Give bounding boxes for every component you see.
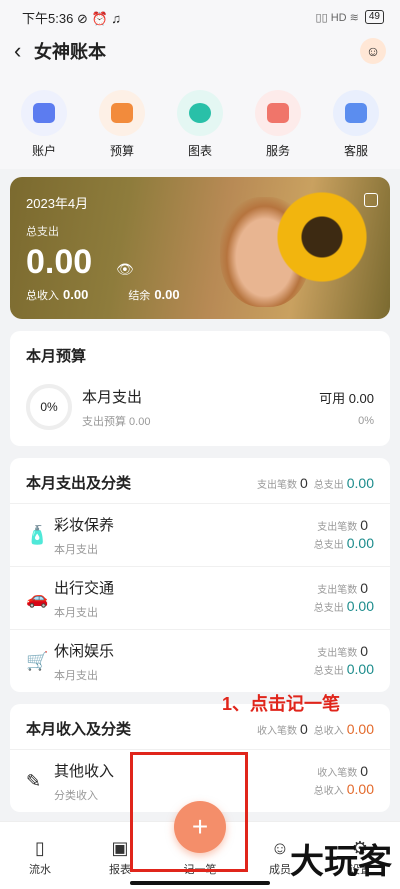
home-indicator [130, 881, 270, 885]
count-label: 支出笔数 [317, 648, 358, 659]
budget-card[interactable]: 本月预算 0% 本月支出 支出预算 0.00 可用 0.00 0% [10, 331, 390, 446]
cosmetics-icon: 🧴 [26, 524, 49, 545]
quick-chart[interactable]: 图表 [170, 90, 230, 159]
category-sub: 本月支出 [54, 606, 98, 619]
cart-icon: 🛒 [26, 650, 49, 671]
annotation-text: 1、点击记一笔 [222, 694, 341, 714]
category-sub: 本月支出 [54, 543, 98, 556]
pencil-icon: ✎ [26, 770, 42, 791]
chart-icon [177, 90, 223, 136]
total-label: 总收入 [313, 725, 344, 737]
total-expense-amount: 0.00 [26, 243, 93, 281]
signal-icon: ▯▯ HD ≋ [315, 11, 359, 24]
total-label: 总支出 [313, 666, 344, 677]
page-title: 女神账本 [34, 42, 106, 62]
quick-label: 预算 [109, 144, 134, 158]
expense-card: 本月支出及分类 支出笔数 0 总支出 0.00 🧴 彩妆保养 本月支出 支出笔数 0 总支出… [10, 458, 390, 692]
tab-label: 报表 [109, 864, 131, 876]
quick-account[interactable]: 账户 [14, 90, 74, 159]
status-bar: 下午5:36 ⊘ ⏰ ♫ ▯▯ HD ≋ 49 [0, 0, 400, 34]
share-icon[interactable] [364, 193, 378, 207]
quick-support[interactable]: 客服 [326, 90, 386, 159]
count-label: 收入笔数 [256, 725, 297, 737]
balance-value: 0.00 [154, 287, 180, 302]
income-value: 0.00 [63, 287, 89, 302]
total-value: 0.00 [346, 598, 374, 614]
total-expense-label: 总支出 [26, 226, 59, 238]
tab-ledger[interactable]: ▯ 流水 [10, 838, 70, 877]
total-value: 0.00 [346, 535, 374, 551]
ledger-icon: ▯ [35, 838, 45, 858]
tab-label: 流水 [29, 864, 51, 876]
category-name: 休闲娱乐 [54, 642, 115, 660]
expense-title: 本月支出及分类 [26, 475, 132, 492]
count-value: 0 [360, 580, 368, 596]
budget-title: 本月预算 [26, 348, 87, 365]
total-label: 总支出 [313, 603, 344, 614]
category-name: 出行交通 [54, 579, 115, 597]
budget-percent: 0% [358, 414, 374, 427]
status-icons: ⊘ ⏰ ♫ [76, 10, 121, 26]
category-row[interactable]: 🚗 出行交通本月支出 支出笔数 0 总支出 0.00 [10, 566, 390, 629]
summary-banner[interactable]: 2023年4月 总支出 0.00 👁 总收入 0.00 结余 0.00 [10, 177, 390, 319]
quick-budget[interactable]: 预算 [92, 90, 152, 159]
month-label[interactable]: 2023年4月 [26, 193, 88, 212]
income-title: 本月收入及分类 [26, 721, 132, 738]
count-label: 支出笔数 [317, 522, 358, 533]
income-label: 总收入 [26, 290, 59, 302]
count-value: 0 [360, 643, 368, 659]
category-sub: 本月支出 [54, 669, 98, 682]
category-row[interactable]: 🧴 彩妆保养本月支出 支出笔数 0 总支出 0.00 [10, 503, 390, 566]
category-name: 彩妆保养 [54, 516, 115, 534]
tab-label: 成员 [269, 864, 291, 876]
quick-actions: 账户 预算 图表 服务 客服 [0, 68, 400, 169]
count-label: 支出笔数 [317, 585, 358, 596]
count-value: 0 [299, 474, 308, 491]
count-label: 支出笔数 [256, 479, 297, 491]
quick-label: 客服 [343, 144, 368, 158]
budget-ring: 0% [26, 384, 72, 430]
count-value: 0 [360, 517, 368, 533]
count-value: 0 [299, 720, 308, 737]
budget-icon [99, 90, 145, 136]
battery-icon: 49 [364, 10, 384, 24]
total-label: 总支出 [313, 540, 344, 551]
total-value: 0.00 [346, 661, 374, 677]
total-value: 0.00 [346, 781, 374, 797]
budget-available: 可用 0.00 [319, 390, 374, 406]
budget-sub: 支出预算 0.00 [82, 415, 151, 428]
avatar[interactable]: ☺ [360, 38, 386, 64]
total-label: 总收入 [313, 786, 344, 797]
total-label: 总支出 [313, 479, 344, 491]
sunflower-image [272, 187, 372, 287]
count-value: 0 [360, 763, 368, 779]
watermark: 大玩客 [290, 842, 392, 882]
status-time: 下午5:36 [22, 10, 74, 26]
balance-label: 结余 [128, 290, 151, 302]
budget-name: 本月支出 [82, 388, 143, 406]
eye-icon[interactable]: 👁 [116, 261, 134, 278]
highlight-box [130, 752, 248, 872]
support-icon [333, 90, 379, 136]
total-value: 0.00 [346, 720, 374, 737]
count-label: 收入笔数 [317, 768, 358, 779]
total-value: 0.00 [346, 474, 374, 491]
car-icon: 🚗 [26, 587, 49, 608]
service-icon [255, 90, 301, 136]
hero-footer: 总收入 0.00 结余 0.00 [26, 287, 180, 303]
back-button[interactable]: ‹ [14, 38, 34, 64]
quick-label: 图表 [187, 144, 212, 158]
account-icon [21, 90, 67, 136]
quick-service[interactable]: 服务 [248, 90, 308, 159]
category-row[interactable]: 🛒 休闲娱乐本月支出 支出笔数 0 总支出 0.00 [10, 629, 390, 692]
header: ‹ 女神账本 ☺ [0, 34, 400, 68]
quick-label: 账户 [31, 144, 56, 158]
quick-label: 服务 [265, 144, 290, 158]
